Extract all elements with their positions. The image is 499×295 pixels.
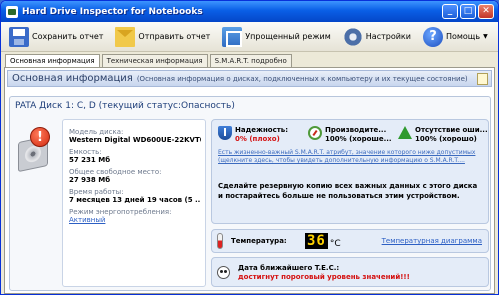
shield-icon <box>218 126 232 140</box>
reliability-indicator: Надежность: 0% (плохо) <box>218 126 288 143</box>
minimize-button[interactable]: _ <box>442 4 458 19</box>
skull-icon <box>217 265 230 279</box>
errors-value: 100% (хорошо) <box>415 135 477 143</box>
model-label: Модель диска: <box>69 128 124 136</box>
reliability-label: Надежность: <box>235 126 289 134</box>
tab-bar: Основная информация Техническая информац… <box>5 54 294 68</box>
smart-warning-link[interactable]: Есть жизненно-важный S.M.A.R.T. атрибут,… <box>218 149 484 165</box>
capacity-label: Емкость: <box>69 148 102 156</box>
save-report-label: Сохранить отчет <box>32 32 104 41</box>
tab-technical-info[interactable]: Техническая информация <box>101 54 208 67</box>
model-value: Western Digital WD600UE-22KVT0 <box>69 136 201 144</box>
temperature-value: 36 <box>305 233 328 249</box>
section-subtitle: (Основная информация о дисках, подключен… <box>136 74 468 83</box>
section-title: Основная информация <box>12 73 133 84</box>
disk-title: PATA Диск 1: C, D (текущий статус:Опасно… <box>15 101 235 111</box>
temperature-chart-link[interactable]: Температурная диаграмма <box>382 237 482 245</box>
simple-mode-label: Упрощенный режим <box>245 32 331 41</box>
tab-basic-info[interactable]: Основная информация <box>5 54 100 68</box>
tec-value: достигнут пороговый уровень значений!!! <box>238 272 410 281</box>
send-report-label: Отправить отчет <box>138 32 211 41</box>
reliability-value: 0% (плохо) <box>235 135 280 143</box>
help-button[interactable]: ? Помощь ▼ <box>419 24 492 50</box>
close-button[interactable]: ✕ <box>478 4 494 19</box>
uptime-label: Время работы: <box>69 188 124 196</box>
main-panel: Основная информация (Основная информация… <box>4 67 495 294</box>
tec-box: Дата ближайшего T.E.C.: достигнут порого… <box>211 257 489 287</box>
maximize-button[interactable]: □ <box>460 4 476 19</box>
help-icon: ? <box>422 26 443 47</box>
section-header: Основная информация (Основная информация… <box>7 70 492 87</box>
thermometer-icon <box>217 233 223 249</box>
performance-value: 100% (хороше... <box>325 135 392 143</box>
danger-badge-icon: ! <box>30 127 50 147</box>
simple-mode-button[interactable]: Упрощенный режим <box>218 24 335 50</box>
send-report-button[interactable]: Отправить отчет <box>111 24 214 50</box>
gear-icon <box>342 26 363 47</box>
triangle-icon <box>398 126 412 139</box>
power-mode-label: Режим энергопотребления: <box>69 208 172 216</box>
speedometer-icon <box>308 126 322 140</box>
floppy-disk-icon <box>9 26 29 47</box>
uptime-value: 7 месяцев 13 дней 19 часов (5 ... <box>69 196 201 204</box>
performance-indicator: Производите... 100% (хороше... <box>308 126 392 143</box>
errors-label: Отсутствие оши... <box>415 126 488 134</box>
app-window: Hard Drive Inspector for Notebooks _ □ ✕… <box>0 0 499 295</box>
free-space-label: Общее свободное место: <box>69 168 162 176</box>
app-logo-icon <box>6 5 18 18</box>
tec-label: Дата ближайшего T.E.C.: <box>238 263 340 272</box>
capacity-value: 57 231 Мб <box>69 156 111 164</box>
chevron-down-icon: ▼ <box>483 33 488 40</box>
save-report-button[interactable]: Сохранить отчет <box>5 24 107 50</box>
disk-info-box: Модель диска: Western Digital WD600UE-22… <box>62 119 206 287</box>
performance-label: Производите... <box>325 126 387 134</box>
status-box: Надежность: 0% (плохо) Производите... 10… <box>211 119 489 224</box>
disk-card: PATA Диск 1: C, D (текущий статус:Опасно… <box>9 96 491 291</box>
backup-advice: Сделайте резервную копию всех важных дан… <box>218 182 478 200</box>
title-bar[interactable]: Hard Drive Inspector for Notebooks _ □ ✕ <box>1 1 498 22</box>
power-mode-link[interactable]: Активный <box>69 216 201 224</box>
temperature-box: Температура: 36 °C Температурная диаграм… <box>211 229 489 253</box>
notepad-icon[interactable] <box>477 73 488 85</box>
errors-indicator: Отсутствие оши... 100% (хорошо) <box>398 126 488 143</box>
tab-smart-details[interactable]: S.M.A.R.T. подробно <box>209 54 292 67</box>
toolbar: Сохранить отчет Отправить отчет Упрощенн… <box>1 22 498 52</box>
envelope-icon <box>115 26 136 47</box>
temperature-label: Температура: <box>231 237 287 245</box>
window-mode-icon <box>222 26 243 47</box>
free-space-value: 27 938 Мб <box>69 176 111 184</box>
help-label: Помощь <box>445 32 481 41</box>
temperature-unit: °C <box>329 239 341 249</box>
window-title: Hard Drive Inspector for Notebooks <box>22 6 203 17</box>
settings-button[interactable]: Настройки <box>339 24 415 50</box>
settings-label: Настройки <box>365 32 411 41</box>
disk-illustration: ! <box>18 127 54 173</box>
